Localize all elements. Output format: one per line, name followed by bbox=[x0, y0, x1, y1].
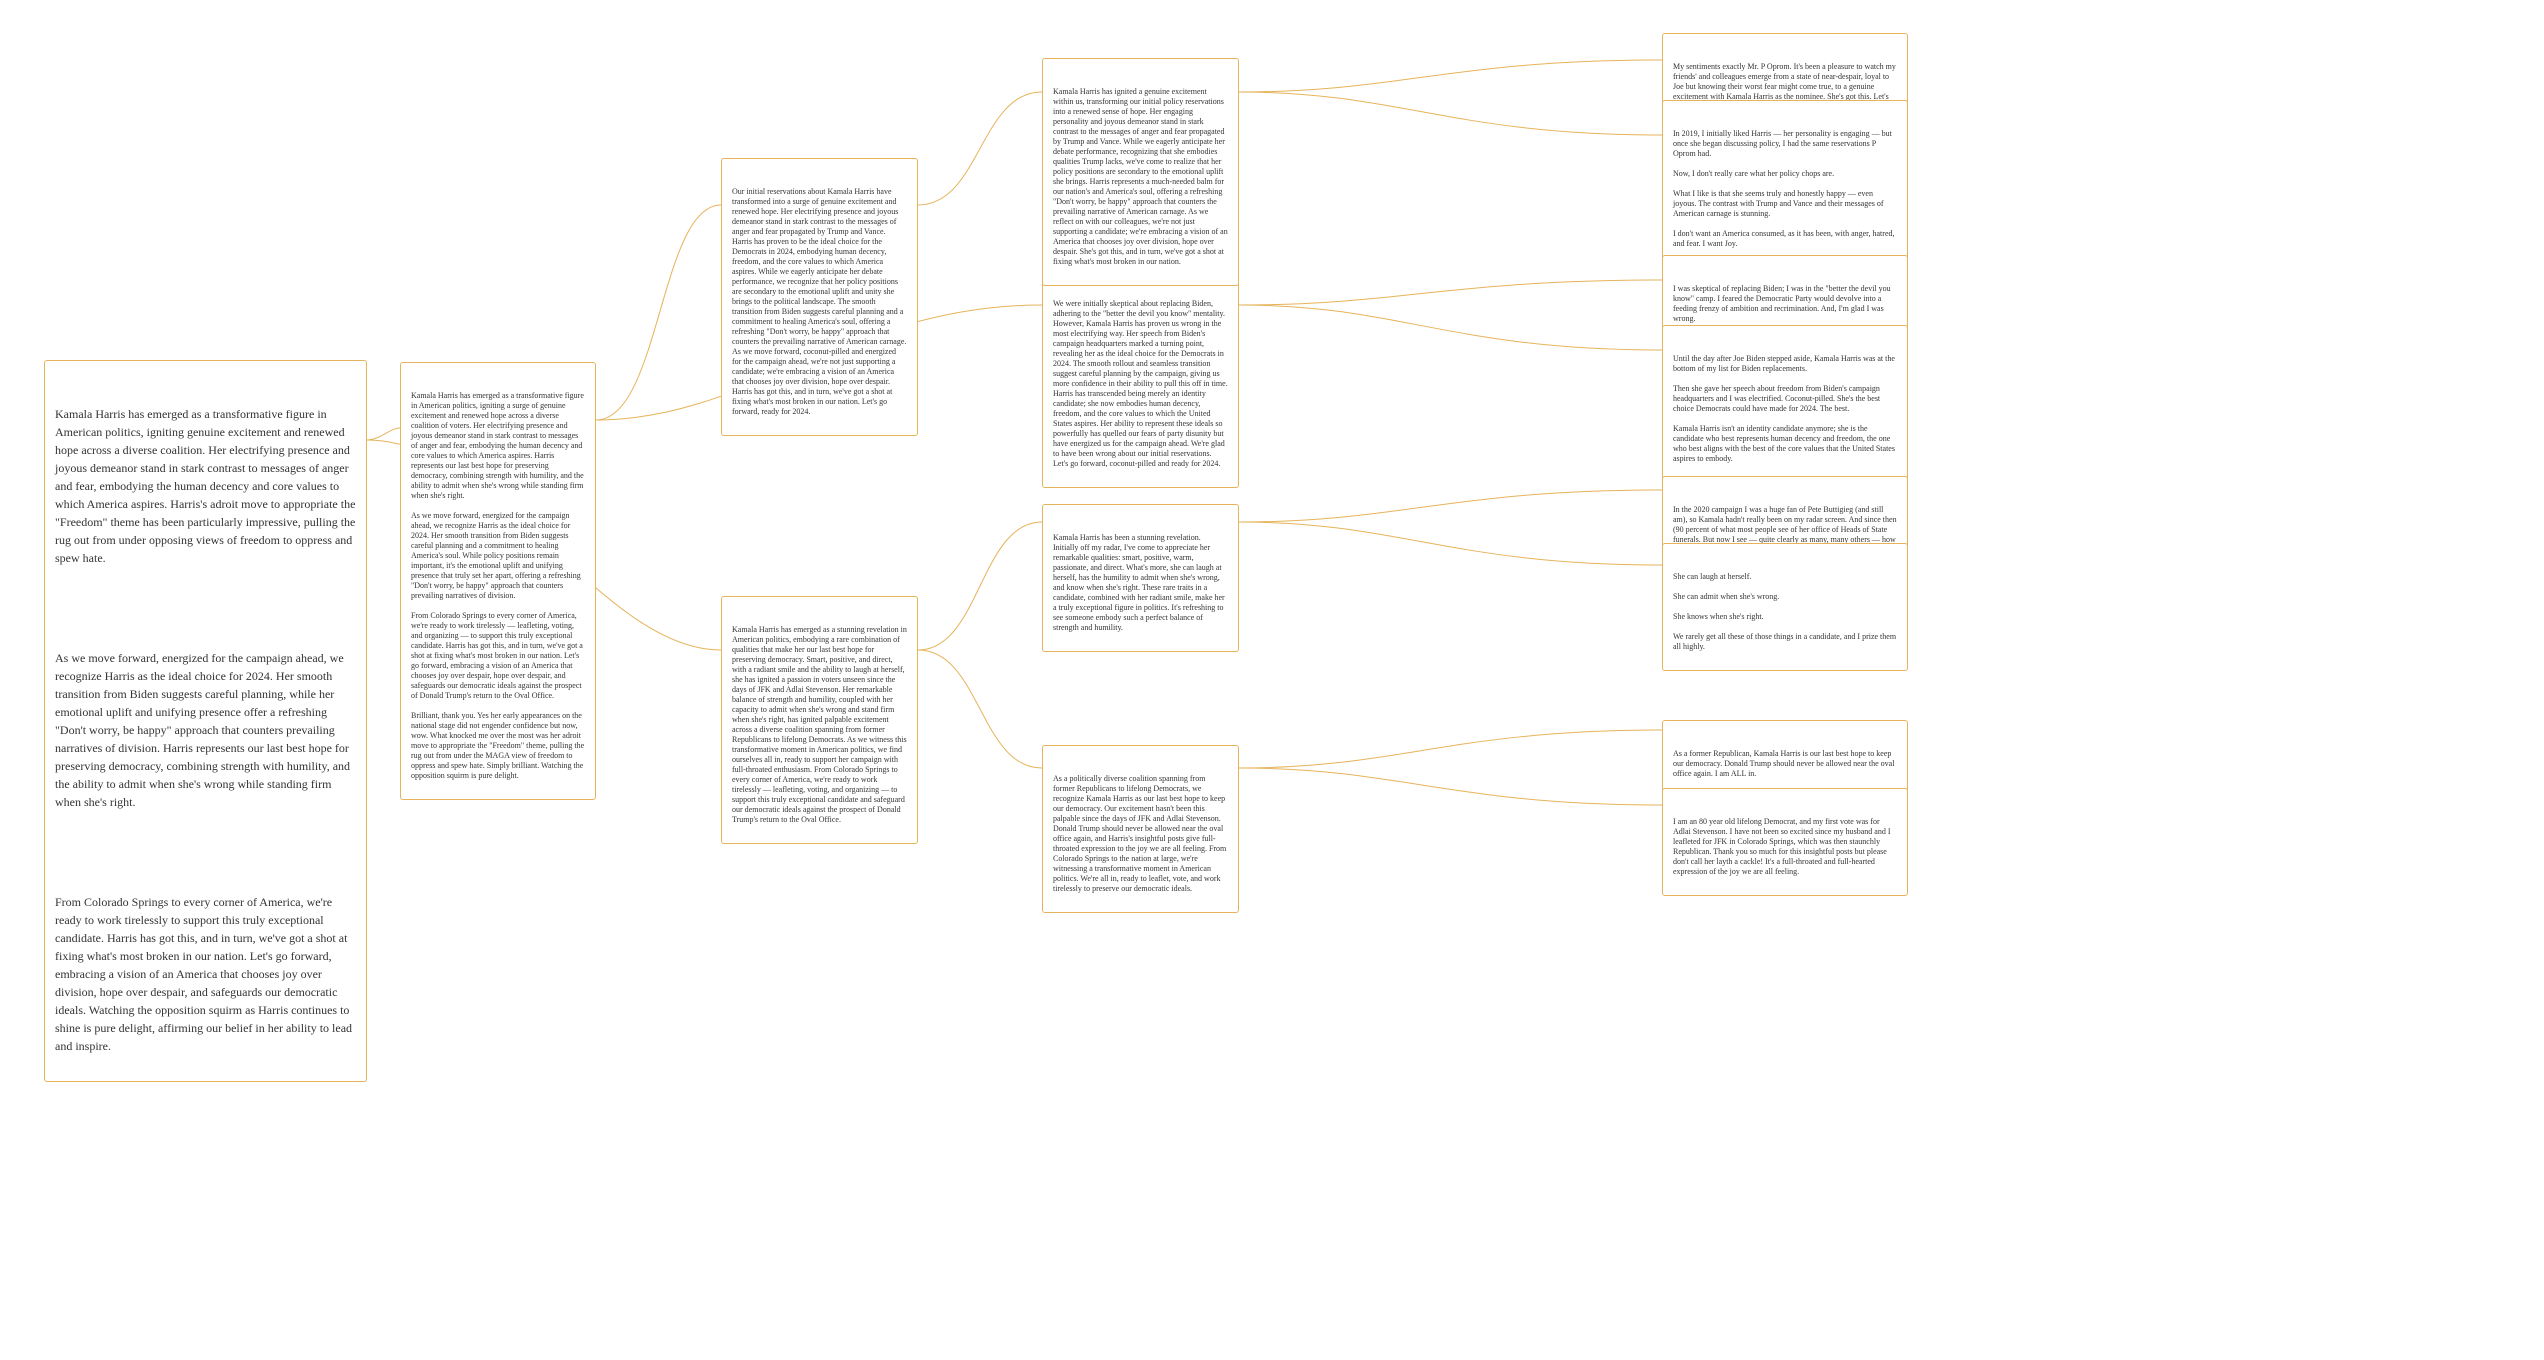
root-paragraph-1: Kamala Harris has emerged as a transform… bbox=[55, 405, 356, 567]
level4-a-text: Kamala Harris has ignited a genuine exci… bbox=[1053, 87, 1228, 267]
root-paragraph-3: From Colorado Springs to every corner of… bbox=[55, 893, 356, 1055]
level3-a-text: Our initial reservations about Kamala Ha… bbox=[732, 187, 907, 417]
level4-node-i[interactable]: I am an 80 year old lifelong Democrat, a… bbox=[1662, 788, 1908, 896]
level4-h-text: As a former Republican, Kamala Harris is… bbox=[1673, 749, 1897, 779]
level2-node-bottom[interactable]: Kamala Harris has emerged as a stunning … bbox=[721, 596, 918, 844]
connector-lines bbox=[0, 0, 2544, 1360]
root-node[interactable]: Kamala Harris has emerged as a transform… bbox=[44, 360, 367, 1082]
level3-d-text: As a politically diverse coalition spann… bbox=[1053, 774, 1228, 894]
level4-node-a[interactable]: Kamala Harris has ignited a genuine exci… bbox=[1042, 58, 1239, 286]
level3-c-text: Kamala Harris has been a stunning revela… bbox=[1053, 533, 1228, 633]
level3-node-d[interactable]: As a politically diverse coalition spann… bbox=[1042, 745, 1239, 913]
level3-node-c[interactable]: Kamala Harris has been a stunning revela… bbox=[1042, 504, 1239, 652]
level3-b-text: We were initially skeptical about replac… bbox=[1053, 299, 1228, 469]
level4-e-text: Until the day after Joe Biden stepped as… bbox=[1673, 354, 1897, 464]
level2-top-text: Kamala Harris has emerged as a transform… bbox=[411, 391, 585, 781]
level4-i-text: I am an 80 year old lifelong Democrat, a… bbox=[1673, 817, 1897, 877]
level4-g-text: She can laugh at herself. She can admit … bbox=[1673, 572, 1897, 652]
root-paragraph-2: As we move forward, energized for the ca… bbox=[55, 649, 356, 811]
level2-bottom-text: Kamala Harris has emerged as a stunning … bbox=[732, 625, 907, 825]
level4-node-h[interactable]: As a former Republican, Kamala Harris is… bbox=[1662, 720, 1908, 798]
level3-node-b[interactable]: We were initially skeptical about replac… bbox=[1042, 270, 1239, 488]
level4-node-e[interactable]: Until the day after Joe Biden stepped as… bbox=[1662, 325, 1908, 483]
level3-node-a[interactable]: Our initial reservations about Kamala Ha… bbox=[721, 158, 918, 436]
level2-node-top[interactable]: Kamala Harris has emerged as a transform… bbox=[400, 362, 596, 800]
level4-node-g[interactable]: She can laugh at herself. She can admit … bbox=[1662, 543, 1908, 671]
